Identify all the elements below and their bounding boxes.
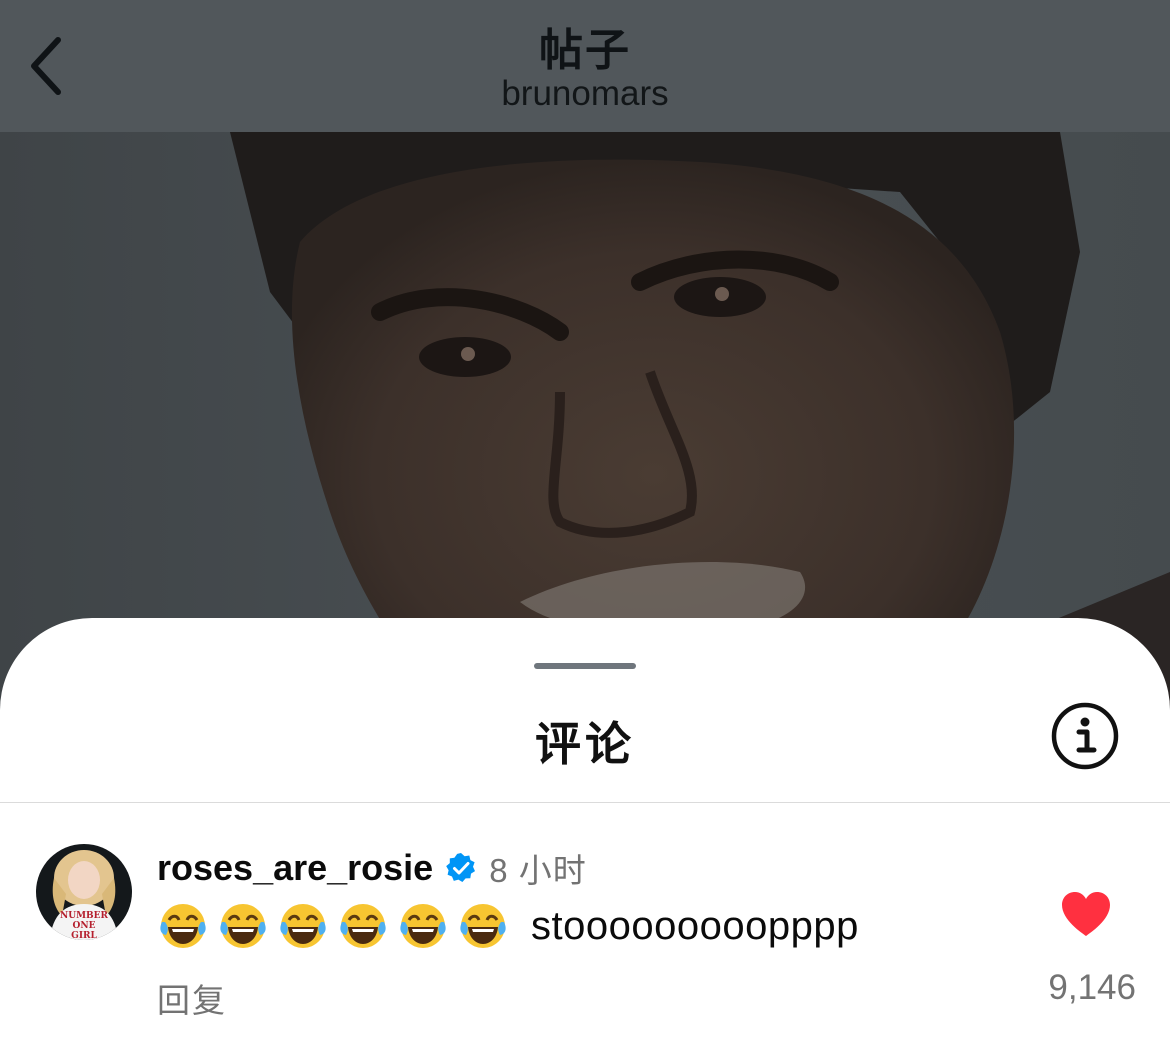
comments-title: 评论	[535, 718, 635, 770]
comment-text: stooooooooopppp	[531, 903, 859, 948]
face-with-tears-of-joy-icon	[217, 900, 269, 952]
comment-timestamp: 8 小时	[489, 852, 587, 889]
commenter-avatar[interactable]: NUMBER ONE GIRL	[36, 844, 132, 940]
top-navigation-bar: 帖子 brunomars	[0, 0, 1170, 132]
commenter-username[interactable]: roses_are_rosie	[157, 847, 433, 889]
face-with-tears-of-joy-icon	[397, 900, 449, 952]
svg-text:NUMBER: NUMBER	[60, 911, 109, 921]
verified-badge-icon	[445, 852, 477, 884]
like-count: 9,146	[1048, 968, 1136, 1007]
sheet-drag-handle[interactable]	[534, 663, 636, 669]
face-with-tears-of-joy-icon	[337, 900, 389, 952]
heart-filled-icon	[1062, 892, 1110, 936]
info-circle-icon	[1051, 702, 1119, 770]
face-with-tears-of-joy-icon	[277, 900, 329, 952]
reply-button[interactable]: 回复	[157, 974, 227, 1022]
face-with-tears-of-joy-icon	[157, 900, 209, 952]
svg-text:GIRL: GIRL	[71, 931, 97, 940]
comment-header: roses_are_rosie 8 小时	[157, 846, 587, 890]
post-author-username[interactable]: brunomars	[0, 74, 1170, 114]
info-button[interactable]	[1050, 701, 1120, 771]
screen: 帖子 brunomars 评论 NUMBER ONE GIRL roses_ar…	[0, 0, 1170, 1061]
comments-sheet: 评论 NUMBER ONE GIRL roses_are_rosie 8 小时 …	[0, 618, 1170, 1061]
sheet-divider	[0, 802, 1170, 803]
page-title: 帖子	[539, 26, 631, 75]
face-with-tears-of-joy-icon	[457, 900, 509, 952]
comment-body: stooooooooopppp	[157, 898, 859, 954]
like-button[interactable]	[1060, 890, 1112, 938]
svg-text:ONE: ONE	[73, 921, 96, 931]
